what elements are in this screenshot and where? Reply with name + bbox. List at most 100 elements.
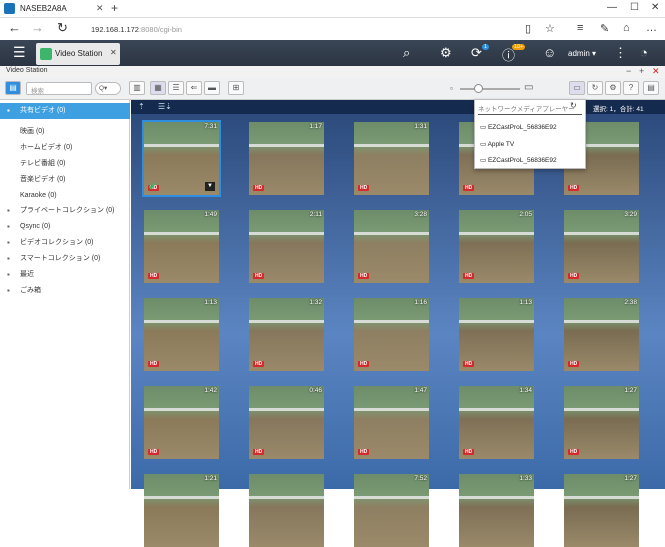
video-thumbnail[interactable]: 1:16 HD (354, 298, 429, 371)
dashboard-icon[interactable]: ◔ (640, 45, 648, 60)
folder-view-icon[interactable]: ▬ (204, 81, 220, 95)
sort-icon[interactable]: ☰⇣ (158, 102, 172, 111)
more-icon[interactable]: … (646, 22, 657, 34)
app-tab-label: Video Station (55, 49, 103, 58)
sidebar-item[interactable]: ▪ Qsync (0) (0, 219, 130, 235)
url-field[interactable]: 192.168.1.172:8080/cgi-bin (91, 25, 182, 34)
sidebar-item[interactable]: Karaoke (0) (0, 188, 130, 204)
zoom-slider[interactable] (460, 88, 520, 90)
sidebar-item[interactable]: ▪ プライベートコレクション (0) (0, 203, 130, 219)
media-player-icon[interactable]: ▭ (569, 81, 585, 95)
video-thumbnail[interactable]: 1:32 HD (249, 298, 324, 371)
user-menu[interactable]: admin ▾ (568, 49, 596, 58)
video-thumbnail[interactable]: 7:52 (354, 474, 429, 547)
video-thumbnail[interactable]: 1:47 HD (354, 386, 429, 459)
view-toggle-icon[interactable]: ▥ (129, 81, 145, 95)
search-filter-button[interactable]: Q▾ (95, 82, 121, 95)
video-thumbnail[interactable]: 1:17 HD (249, 122, 324, 195)
sidebar-item[interactable]: ホームビデオ (0) (0, 140, 130, 156)
media-player-item[interactable]: ▭ EZCastProL_56836E92 (480, 123, 557, 131)
minimize-icon[interactable]: — (607, 2, 617, 13)
fence-graphic (144, 495, 219, 499)
video-thumbnail[interactable]: 3:29 HD (564, 210, 639, 283)
thumbnail-view-icon[interactable]: ▦ (150, 81, 166, 95)
zoom-in-icon[interactable]: ▭ (524, 82, 533, 93)
close-window-icon[interactable]: ✕ (651, 2, 659, 13)
close-app-tab-icon[interactable]: ✕ (110, 48, 117, 57)
sidebar-item[interactable]: ▪ 最近 (0, 267, 130, 283)
url-host: 192.168.1.172 (91, 25, 139, 34)
video-thumbnail[interactable]: 1:49 HD (144, 210, 219, 283)
video-thumbnail[interactable]: 1:27 (564, 474, 639, 547)
fence-graphic (459, 495, 534, 499)
video-thumbnail[interactable]: 3:28 HD (354, 210, 429, 283)
sidebar-item[interactable]: ▪ 共有ビデオ (0) (0, 103, 130, 119)
info-panel-icon[interactable]: ▤ (643, 81, 659, 95)
hd-badge: HD (148, 449, 160, 455)
sidebar-item-label: ホームビデオ (0) (20, 144, 73, 151)
video-thumbnail[interactable]: 1:33 (459, 474, 534, 547)
video-thumbnail[interactable]: 1:31 HD (354, 122, 429, 195)
video-thumbnail[interactable]: 1:13 HD (459, 298, 534, 371)
sync-status-icon[interactable]: ⟳ (471, 45, 482, 61)
maximize-icon[interactable]: ☐ (630, 2, 639, 13)
window-minimize-icon[interactable]: − (626, 66, 631, 76)
sidebar-item[interactable]: ▪ ごみ箱 (0, 283, 130, 299)
browser-tab-title[interactable]: NASEB2A8A (20, 4, 67, 13)
video-thumbnail[interactable]: 1:13 HD (144, 298, 219, 371)
settings-icon[interactable]: ⚙ (605, 81, 621, 95)
zoom-out-icon[interactable]: ▫ (450, 84, 453, 93)
share-icon[interactable]: ⌂ (623, 22, 630, 34)
media-player-item[interactable]: ▭ Apple TV (480, 140, 514, 148)
forward-icon[interactable]: → (31, 20, 44, 35)
background-task-icon[interactable]: ⚙ (440, 45, 452, 61)
video-thumbnail[interactable]: 2:05 HD (459, 210, 534, 283)
video-thumbnail[interactable]: 7:31 HD ✔ ▼ (142, 120, 221, 197)
help-icon[interactable]: ? (623, 81, 639, 95)
upload-icon[interactable]: ⇡ (138, 102, 145, 111)
list-view-icon[interactable]: ☰ (168, 81, 184, 95)
refresh-icon[interactable]: ↻ (587, 81, 603, 95)
favorite-star-icon[interactable]: ☆ (545, 22, 555, 35)
dropdown-header: ネットワークメディアプレーヤー (478, 106, 575, 113)
options-icon[interactable]: ⋮ (614, 45, 627, 61)
video-thumbnail[interactable]: 1:21 (144, 474, 219, 547)
zoom-slider-handle[interactable] (474, 84, 483, 93)
web-note-icon[interactable]: ✎ (600, 22, 609, 35)
reload-icon[interactable]: ↻ (57, 20, 68, 36)
search-input[interactable]: 検索 (26, 82, 92, 95)
video-thumbnail[interactable] (249, 474, 324, 547)
video-duration: 2:38 (624, 299, 637, 306)
video-thumbnail[interactable]: 1:34 HD (459, 386, 534, 459)
close-tab-icon[interactable]: ✕ (96, 3, 104, 14)
reading-view-icon[interactable]: ▯ (525, 22, 531, 35)
window-close-icon[interactable]: ✕ (652, 66, 660, 77)
window-maximize-icon[interactable]: + (639, 66, 644, 76)
main-menu-icon[interactable]: ☰ (13, 44, 26, 61)
timeline-view-icon[interactable]: ⇐ (186, 81, 202, 95)
hub-icon[interactable]: ≡ (577, 22, 583, 34)
user-icon[interactable]: ☺ (543, 45, 556, 60)
sidebar-item[interactable]: テレビ番組 (0) (0, 156, 130, 172)
back-icon[interactable]: ← (8, 20, 21, 35)
sidebar-item[interactable]: ▪ ビデオコレクション (0) (0, 235, 130, 251)
import-icon[interactable]: ⊞ (228, 81, 244, 95)
sidebar-item[interactable]: 映画 (0) (0, 124, 130, 140)
video-thumbnail[interactable]: 0:46 HD (249, 386, 324, 459)
window-title: Video Station (6, 67, 48, 74)
video-thumbnail[interactable]: 1:27 HD (564, 386, 639, 459)
search-icon[interactable]: ⌕ (403, 45, 410, 61)
video-thumbnail[interactable]: 2:38 HD (564, 298, 639, 371)
video-thumbnail[interactable]: 1:42 HD (144, 386, 219, 459)
video-thumbnail[interactable]: 2:11 HD (249, 210, 324, 283)
thumbnail-menu-icon[interactable]: ▼ (205, 182, 215, 191)
hd-badge: HD (253, 449, 265, 455)
sidebar-toggle-icon[interactable]: ▤ (5, 81, 21, 95)
media-player-item[interactable]: ▭ EZCastProL_56836E92 (480, 156, 557, 164)
new-tab-icon[interactable]: + (111, 1, 118, 15)
dropdown-refresh-icon[interactable]: ↻ (570, 101, 577, 110)
sidebar-item[interactable]: ▪ スマートコレクション (0) (0, 251, 130, 267)
sidebar-item[interactable]: 音楽ビデオ (0) (0, 172, 130, 188)
video-duration: 1:16 (414, 299, 427, 306)
notification-badge: 10+ (512, 44, 526, 50)
